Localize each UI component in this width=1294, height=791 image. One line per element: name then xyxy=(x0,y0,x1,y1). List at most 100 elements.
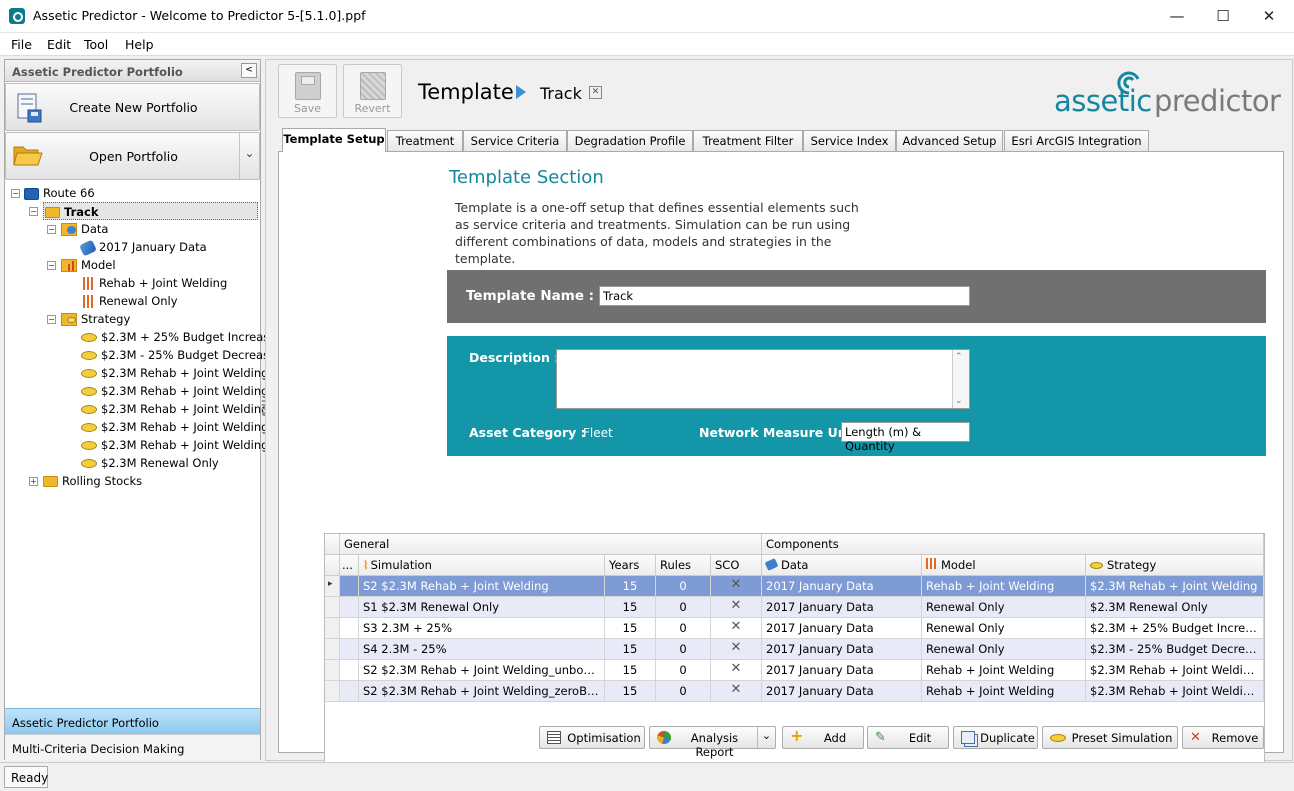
add-button[interactable]: + Add xyxy=(782,726,864,749)
tab-treatment[interactable]: Treatment xyxy=(387,130,463,151)
grid-col-sco[interactable]: SCO xyxy=(711,555,762,576)
tree-toggle-data[interactable]: − xyxy=(47,225,56,234)
sco-cross-icon[interactable]: ✕ xyxy=(711,660,762,681)
cell-strategy[interactable]: $2.3M Rehab + Joint Welding xyxy=(1086,576,1264,597)
cell-rules[interactable]: 0 xyxy=(656,576,711,597)
tree-toggle-track[interactable]: − xyxy=(29,207,38,216)
grid-col-strategy[interactable]: Strategy xyxy=(1086,555,1264,576)
description-scrollbar[interactable]: ⌃ ⌄ xyxy=(952,350,969,408)
cell-years[interactable]: 15 xyxy=(605,681,656,702)
table-row[interactable]: S3 2.3M + 25% 15 0 ✕ 2017 January Data R… xyxy=(325,618,1264,639)
cell-strategy[interactable]: $2.3M - 25% Budget Decrease xyxy=(1086,639,1264,660)
template-name-input[interactable]: Track xyxy=(599,286,970,306)
tab-portfolio[interactable]: Assetic Predictor Portfolio xyxy=(5,708,260,734)
sco-cross-icon[interactable]: ✕ xyxy=(711,576,762,597)
menu-help[interactable]: Help xyxy=(125,37,154,52)
tree-toggle-model[interactable]: − xyxy=(47,261,56,270)
remove-button[interactable]: ✕ Remove xyxy=(1182,726,1264,749)
cell-rules[interactable]: 0 xyxy=(656,639,711,660)
menu-edit[interactable]: Edit xyxy=(47,37,71,52)
cell-model[interactable]: Rehab + Joint Welding xyxy=(922,681,1086,702)
open-portfolio-dropdown[interactable]: ⌄ xyxy=(239,133,259,179)
tab-service-criteria[interactable]: Service Criteria xyxy=(463,130,567,151)
cell-strategy[interactable]: $2.3M + 25% Budget Increase xyxy=(1086,618,1264,639)
cell-model[interactable]: Renewal Only xyxy=(922,597,1086,618)
table-row[interactable]: S2 $2.3M Rehab + Joint Welding_zeroBudge… xyxy=(325,681,1264,702)
tree-toggle-rolling[interactable]: + xyxy=(29,477,38,486)
grid-col-rules[interactable]: Rules xyxy=(656,555,711,576)
revert-button[interactable]: Revert xyxy=(343,64,402,118)
cell-simulation[interactable]: S3 2.3M + 25% xyxy=(359,618,605,639)
scroll-down-icon[interactable]: ⌄ xyxy=(955,396,963,406)
tree-node-strategy-item[interactable]: $2.3M + 25% Budget Increase xyxy=(81,328,276,346)
cell-simulation[interactable]: S2 $2.3M Rehab + Joint Welding_zeroBudge… xyxy=(359,681,605,702)
cell-simulation[interactable]: S4 2.3M - 25% xyxy=(359,639,605,660)
table-row[interactable]: ▸ S2 $2.3M Rehab + Joint Welding 15 0 ✕ … xyxy=(325,576,1264,597)
menu-tool[interactable]: Tool xyxy=(84,37,108,52)
close-button[interactable]: ✕ xyxy=(1246,0,1292,33)
description-textarea[interactable]: ⌃ ⌄ xyxy=(556,349,970,409)
tree-node-track[interactable]: Track xyxy=(43,202,258,220)
cell-model[interactable]: Renewal Only xyxy=(922,639,1086,660)
grid-col-years[interactable]: Years xyxy=(605,555,656,576)
tree-node-data[interactable]: Data xyxy=(61,220,108,238)
maximize-button[interactable]: ☐ xyxy=(1200,0,1246,33)
tree-node-model-item[interactable]: Rehab + Joint Welding xyxy=(81,274,227,292)
cell-model[interactable]: Renewal Only xyxy=(922,618,1086,639)
cell-simulation[interactable]: S2 $2.3M Rehab + Joint Welding_unbounded xyxy=(359,660,605,681)
cell-years[interactable]: 15 xyxy=(605,618,656,639)
cell-rules[interactable]: 0 xyxy=(656,618,711,639)
tree-node-model-item[interactable]: Renewal Only xyxy=(81,292,178,310)
table-row[interactable]: S4 2.3M - 25% 15 0 ✕ 2017 January Data R… xyxy=(325,639,1264,660)
cell-data[interactable]: 2017 January Data xyxy=(762,618,922,639)
cell-years[interactable]: 15 xyxy=(605,597,656,618)
tree-node-route66[interactable]: Route 66 xyxy=(24,184,95,202)
tree-node-data-item[interactable]: 2017 January Data xyxy=(79,238,207,256)
cell-simulation[interactable]: S2 $2.3M Rehab + Joint Welding xyxy=(359,576,605,597)
tab-service-index[interactable]: Service Index xyxy=(803,130,896,151)
tab-degradation-profile[interactable]: Degradation Profile xyxy=(567,130,693,151)
cell-strategy[interactable]: $2.3M Rehab + Joint Welding_u... xyxy=(1086,660,1264,681)
tab-esri-arcgis[interactable]: Esri ArcGIS Integration xyxy=(1004,130,1149,151)
cell-data[interactable]: 2017 January Data xyxy=(762,597,922,618)
table-row[interactable]: S1 $2.3M Renewal Only 15 0 ✕ 2017 Januar… xyxy=(325,597,1264,618)
tree-node-strategy-item[interactable]: $2.3M - 25% Budget Decrease xyxy=(81,346,276,364)
tree-node-rolling-stocks[interactable]: Rolling Stocks xyxy=(43,472,142,490)
tree-node-strategy[interactable]: Strategy xyxy=(61,310,130,328)
cell-data[interactable]: 2017 January Data xyxy=(762,576,922,597)
cell-data[interactable]: 2017 January Data xyxy=(762,660,922,681)
scroll-up-icon[interactable]: ⌃ xyxy=(955,352,963,362)
edit-button[interactable]: ✎ Edit xyxy=(867,726,949,749)
breadcrumb-root[interactable]: Template xyxy=(418,80,514,104)
cell-model[interactable]: Rehab + Joint Welding xyxy=(922,576,1086,597)
tree-toggle-strategy[interactable]: − xyxy=(47,315,56,324)
close-template-button[interactable]: ✕ xyxy=(589,86,602,99)
cell-rules[interactable]: 0 xyxy=(656,597,711,618)
cell-strategy[interactable]: $2.3M Rehab + Joint Welding_z... xyxy=(1086,681,1264,702)
tree-node-model[interactable]: Model xyxy=(61,256,116,274)
cell-data[interactable]: 2017 January Data xyxy=(762,681,922,702)
tree-node-strategy-item[interactable]: $2.3M Rehab + Joint Welding... xyxy=(81,418,279,436)
tab-template-setup[interactable]: Template Setup xyxy=(282,128,386,152)
sco-cross-icon[interactable]: ✕ xyxy=(711,597,762,618)
grid-col-rowmenu[interactable]: ... xyxy=(340,555,359,576)
cell-years[interactable]: 15 xyxy=(605,639,656,660)
tab-mcdm[interactable]: Multi-Criteria Decision Making xyxy=(5,734,260,760)
tree-node-strategy-item[interactable]: $2.3M Rehab + Joint Welding xyxy=(81,364,268,382)
sco-cross-icon[interactable]: ✕ xyxy=(711,639,762,660)
save-button[interactable]: Save xyxy=(278,64,337,118)
cell-model[interactable]: Rehab + Joint Welding xyxy=(922,660,1086,681)
cell-strategy[interactable]: $2.3M Renewal Only xyxy=(1086,597,1264,618)
tree-node-strategy-item[interactable]: $2.3M Rehab + Joint Welding... xyxy=(81,400,279,418)
cell-years[interactable]: 15 xyxy=(605,660,656,681)
sco-cross-icon[interactable]: ✕ xyxy=(711,618,762,639)
cell-simulation[interactable]: S1 $2.3M Renewal Only xyxy=(359,597,605,618)
network-unit-input[interactable]: Length (m) & Quantity xyxy=(841,422,970,453)
grid-col-data[interactable]: Data xyxy=(762,555,922,576)
duplicate-button[interactable]: Duplicate xyxy=(953,726,1038,749)
grid-col-model[interactable]: Model xyxy=(922,555,1086,576)
open-portfolio-button[interactable]: Open Portfolio ⌄ xyxy=(5,132,260,180)
tree-node-strategy-item[interactable]: $2.3M Rehab + Joint Welding... xyxy=(81,436,279,454)
menu-file[interactable]: File xyxy=(11,37,32,52)
tree-toggle-route66[interactable]: − xyxy=(11,189,20,198)
